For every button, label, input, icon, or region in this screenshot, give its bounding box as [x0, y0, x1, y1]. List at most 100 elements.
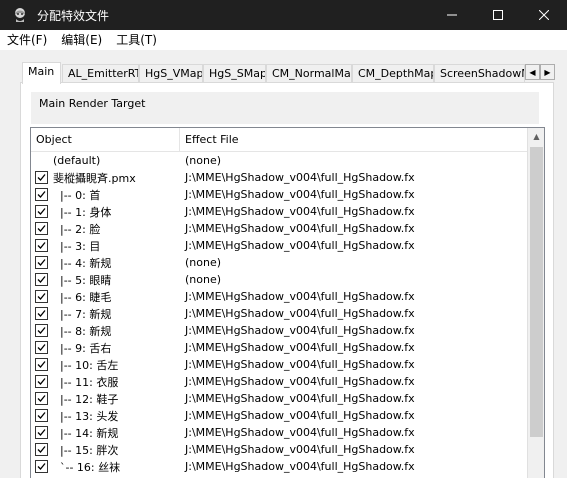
close-button[interactable] — [521, 0, 567, 30]
tab-hgs-smap[interactable]: HgS_SMap — [203, 64, 266, 83]
check-icon — [37, 293, 46, 300]
check-icon — [37, 310, 46, 317]
window-title: 分配特效文件 — [37, 8, 110, 23]
row-checkbox[interactable] — [35, 239, 48, 252]
tab-al-emitterrt[interactable]: AL_EmitterRT — [62, 64, 139, 83]
check-icon — [37, 446, 46, 453]
table-row[interactable]: `-- 16: 丝袜 J:\MME\HgShadow_v004\full_HgSh… — [31, 458, 527, 475]
minimize-button[interactable] — [429, 0, 475, 30]
table-row[interactable]: |-- 5: 眼睛 (none) — [31, 271, 527, 288]
row-effect-file: J:\MME\HgShadow_v004\full_HgShadow.fx — [185, 324, 415, 337]
row-object-name: (default) — [53, 154, 101, 167]
list-rows: (default) (none) 斐樅攝睍斉.pmx J:\MME\HgShadow_… — [31, 152, 527, 475]
close-icon — [539, 10, 549, 20]
row-effect-file: J:\MME\HgShadow_v004\full_HgShadow.fx — [185, 358, 415, 371]
row-object-name: |-- 7: 新规 — [53, 307, 112, 321]
menu-tools[interactable]: 工具(T) — [109, 30, 164, 50]
row-checkbox[interactable] — [35, 188, 48, 201]
row-effect-file: (none) — [185, 154, 222, 167]
row-object-name: |-- 15: 胖次 — [53, 443, 119, 457]
render-target-label: Main Render Target — [31, 92, 539, 124]
table-row[interactable]: |-- 3: 目 J:\MME\HgShadow_v004\full_HgShad… — [31, 237, 527, 254]
table-row[interactable]: |-- 9: 舌右 J:\MME\HgShadow_v004\full_HgSha… — [31, 339, 527, 356]
row-object-name: `-- 16: 丝袜 — [53, 460, 121, 474]
scrollbar-thumb[interactable] — [530, 147, 543, 437]
row-effect-file: J:\MME\HgShadow_v004\full_HgShadow.fx — [185, 205, 415, 218]
row-checkbox[interactable] — [35, 443, 48, 456]
column-header-effect-file[interactable]: Effect File — [180, 128, 527, 152]
row-checkbox[interactable] — [35, 409, 48, 422]
row-checkbox[interactable] — [35, 273, 48, 286]
check-icon — [37, 361, 46, 368]
row-checkbox[interactable] — [35, 171, 48, 184]
row-effect-file: J:\MME\HgShadow_v004\full_HgShadow.fx — [185, 290, 415, 303]
vertical-scrollbar[interactable]: ▲ — [527, 128, 544, 478]
table-row[interactable]: |-- 0: 首 J:\MME\HgShadow_v004\full_HgShad… — [31, 186, 527, 203]
row-object-name: |-- 12: 鞋子 — [53, 392, 119, 406]
app-icon — [15, 8, 25, 22]
row-object-name: |-- 9: 舌右 — [53, 341, 112, 355]
scroll-up-button[interactable]: ▲ — [528, 128, 544, 145]
table-row[interactable]: |-- 2: 脸 J:\MME\HgShadow_v004\full_HgShad… — [31, 220, 527, 237]
row-checkbox[interactable] — [35, 307, 48, 320]
tab-cm-normalmap[interactable]: CM_NormalMap — [266, 64, 352, 83]
row-checkbox[interactable] — [35, 222, 48, 235]
row-checkbox[interactable] — [35, 460, 48, 473]
row-checkbox[interactable] — [35, 256, 48, 269]
column-header-object[interactable]: Object — [31, 128, 180, 152]
menu-bar: 文件(F) 编辑(E) 工具(T) — [0, 30, 567, 50]
row-effect-file: J:\MME\HgShadow_v004\full_HgShadow.fx — [185, 443, 415, 456]
row-checkbox[interactable] — [35, 358, 48, 371]
tab-scroll-left-button[interactable]: ◀ — [525, 64, 540, 80]
row-object-name: |-- 13: 头发 — [53, 409, 119, 423]
table-row[interactable]: |-- 11: 衣服 J:\MME\HgShadow_v004\full_HgSh… — [31, 373, 527, 390]
row-object-name: |-- 0: 首 — [53, 188, 101, 202]
row-object-name: |-- 4: 新规 — [53, 256, 112, 270]
table-row[interactable]: |-- 12: 鞋子 J:\MME\HgShadow_v004\full_HgSh… — [31, 390, 527, 407]
row-effect-file: (none) — [185, 273, 222, 286]
table-row[interactable]: (default) (none) — [31, 152, 527, 169]
check-icon — [37, 395, 46, 402]
tab-cm-depthmap[interactable]: CM_DepthMap — [352, 64, 434, 83]
check-icon — [37, 191, 46, 198]
row-checkbox[interactable] — [35, 205, 48, 218]
object-effect-list[interactable]: Object Effect File (default) (none) 斐樅攝睍斉.… — [30, 127, 545, 478]
row-checkbox[interactable] — [35, 426, 48, 439]
menu-edit[interactable]: 编辑(E) — [54, 30, 109, 50]
maximize-button[interactable] — [475, 0, 521, 30]
row-effect-file: J:\MME\HgShadow_v004\full_HgShadow.fx — [185, 375, 415, 388]
table-row[interactable]: |-- 14: 新规 J:\MME\HgShadow_v004\full_HgSh… — [31, 424, 527, 441]
row-effect-file: J:\MME\HgShadow_v004\full_HgShadow.fx — [185, 171, 415, 184]
row-effect-file: J:\MME\HgShadow_v004\full_HgShadow.fx — [185, 392, 415, 405]
row-effect-file: J:\MME\HgShadow_v004\full_HgShadow.fx — [185, 426, 415, 439]
tab-scroll-right-button[interactable]: ▶ — [540, 64, 555, 80]
table-row[interactable]: |-- 15: 胖次 J:\MME\HgShadow_v004\full_HgSh… — [31, 441, 527, 458]
tab-main[interactable]: Main — [22, 62, 61, 84]
row-effect-file: J:\MME\HgShadow_v004\full_HgShadow.fx — [185, 460, 415, 473]
row-object-name: |-- 3: 目 — [53, 239, 101, 253]
row-object-name: |-- 6: 睫毛 — [53, 290, 112, 304]
table-row[interactable]: |-- 8: 新规 J:\MME\HgShadow_v004\full_HgSha… — [31, 322, 527, 339]
minimize-icon — [447, 14, 457, 16]
row-effect-file: J:\MME\HgShadow_v004\full_HgShadow.fx — [185, 188, 415, 201]
menu-file[interactable]: 文件(F) — [0, 30, 54, 50]
row-effect-file: J:\MME\HgShadow_v004\full_HgShadow.fx — [185, 409, 415, 422]
row-checkbox[interactable] — [35, 375, 48, 388]
row-checkbox[interactable] — [35, 341, 48, 354]
table-row[interactable]: |-- 1: 身体 J:\MME\HgShadow_v004\full_HgSha… — [31, 203, 527, 220]
table-row[interactable]: |-- 4: 新规 (none) — [31, 254, 527, 271]
row-object-name: |-- 1: 身体 — [53, 205, 112, 219]
row-checkbox[interactable] — [35, 324, 48, 337]
row-effect-file: J:\MME\HgShadow_v004\full_HgShadow.fx — [185, 341, 415, 354]
row-checkbox[interactable] — [35, 392, 48, 405]
tab-screenshadowmap[interactable]: ScreenShadowMap — [434, 64, 525, 83]
table-row[interactable]: |-- 10: 舌左 J:\MME\HgShadow_v004\full_HgSh… — [31, 356, 527, 373]
row-object-name: |-- 5: 眼睛 — [53, 273, 112, 287]
check-icon — [37, 208, 46, 215]
table-row[interactable]: 斐樅攝睍斉.pmx J:\MME\HgShadow_v004\full_HgSha… — [31, 169, 527, 186]
row-checkbox[interactable] — [35, 290, 48, 303]
table-row[interactable]: |-- 13: 头发 J:\MME\HgShadow_v004\full_HgSh… — [31, 407, 527, 424]
tab-hgs-vmap[interactable]: HgS_VMap — [139, 64, 203, 83]
table-row[interactable]: |-- 7: 新规 J:\MME\HgShadow_v004\full_HgSha… — [31, 305, 527, 322]
table-row[interactable]: |-- 6: 睫毛 J:\MME\HgShadow_v004\full_HgSha… — [31, 288, 527, 305]
